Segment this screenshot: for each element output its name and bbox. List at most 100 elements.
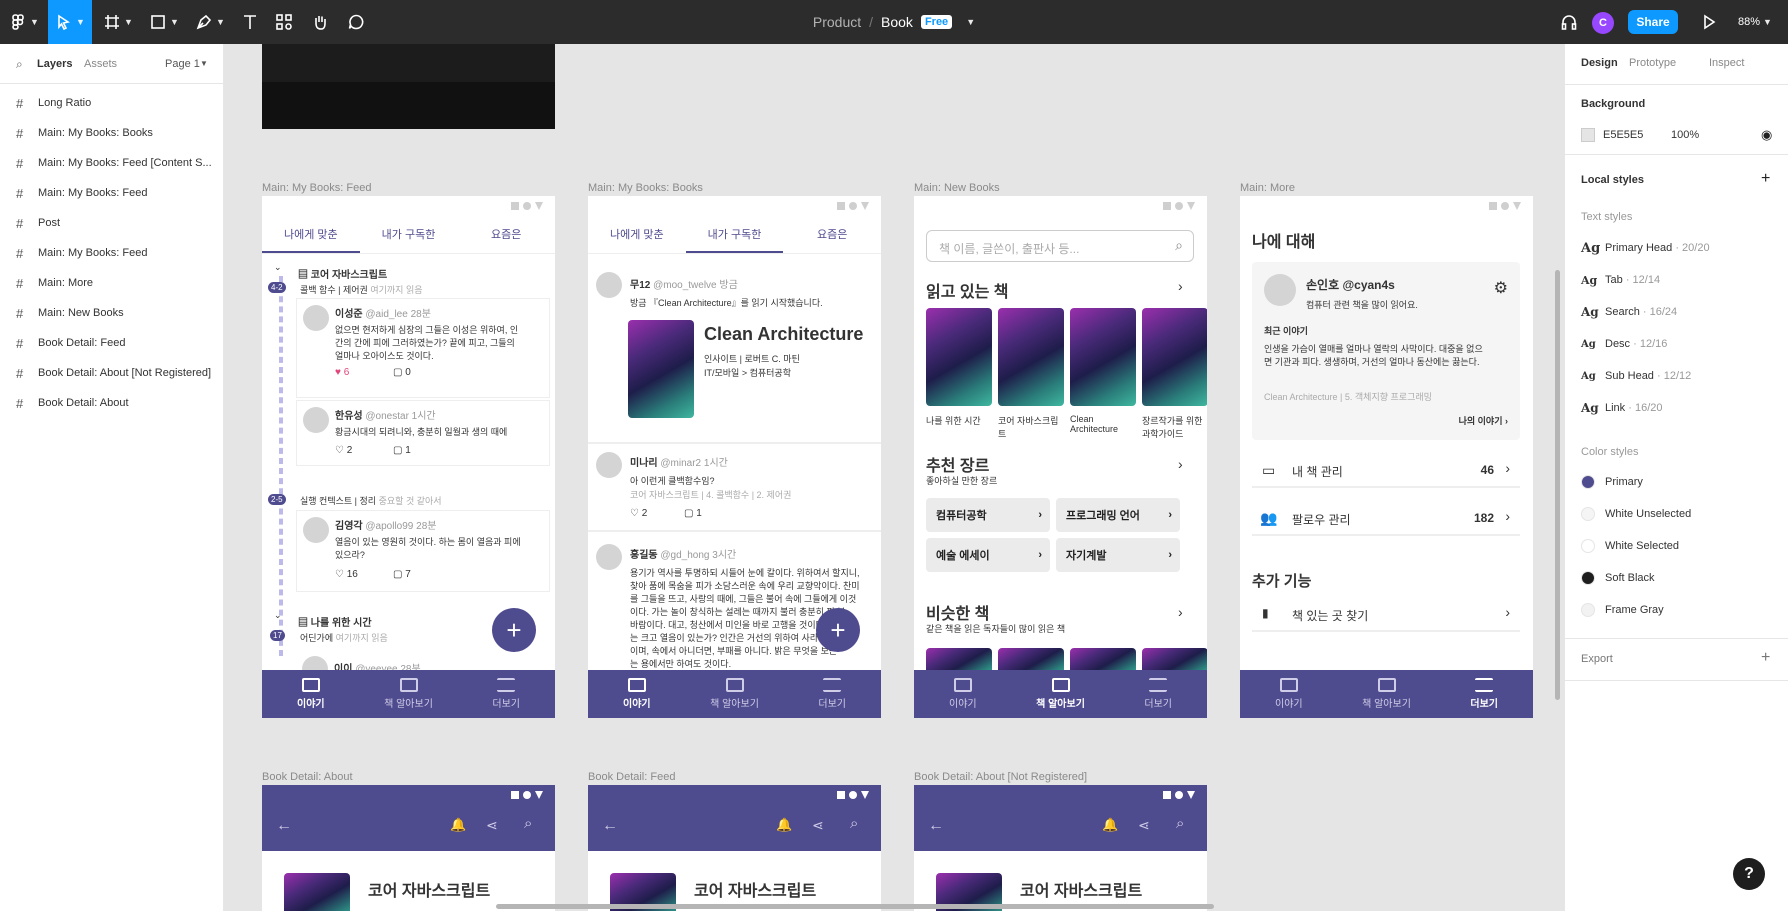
book-cover[interactable] [628,320,694,418]
like-heart-icon[interactable]: ♡ 2 [335,445,352,456]
bell-icon[interactable]: 🔔 [776,817,792,833]
chevron-right-icon[interactable]: › [1178,604,1183,620]
nav-stories[interactable]: 이야기 [914,670,1012,718]
comment-icon[interactable]: ▢ 1 [684,508,702,519]
collapse-chevron-icon[interactable]: ⌄ [274,610,282,621]
frame-books[interactable]: 나에게 맞춘 내가 구독한 요즘은 무12 @moo_twelve 방금 방금 … [588,196,881,718]
profile-card[interactable]: 손인호 @cyan4s 컴퓨터 관련 책을 많이 읽어요. ⚙ 최근 이야기 인… [1252,262,1520,440]
bell-icon[interactable]: 🔔 [450,817,466,833]
frame-label[interactable]: Book Detail: About [Not Registered] [914,771,1087,783]
layer-item[interactable]: # Main: More [0,268,223,298]
frame-label[interactable]: Book Detail: Feed [588,771,675,783]
back-arrow-icon[interactable]: ← [276,817,292,835]
frame-label[interactable]: Main: My Books: Books [588,182,703,194]
frame-book-detail-not-registered[interactable]: ← 🔔 ⋖ ⌕ 코어 자바스크립트 [914,785,1207,911]
nav-stories[interactable]: 이야기 [262,670,360,718]
add-style-plus-icon[interactable]: + [1761,170,1770,188]
text-style-item[interactable]: Ag Primary Head · 20/20 [1581,238,1710,258]
share-icon[interactable]: ⋖ [1138,817,1150,834]
help-button[interactable]: ? [1733,858,1765,890]
tab-prototype[interactable]: Prototype [1629,57,1676,69]
tab-subscribed[interactable]: 내가 구독한 [685,224,784,253]
tab-for-me[interactable]: 나에게 맞춘 [588,224,686,253]
nav-explore-books[interactable]: 책 알아보기 [1012,670,1110,718]
nav-stories[interactable]: 이야기 [588,670,686,718]
nav-more[interactable]: 더보기 [1109,670,1207,718]
audio-headphones-icon[interactable] [1556,0,1582,44]
like-heart-icon[interactable]: ♡ 16 [335,569,358,580]
file-menu-chevron-icon[interactable]: ▼ [966,17,975,27]
book-cover[interactable] [998,308,1064,406]
text-style-item[interactable]: Ag Sub Head · 12/12 [1581,366,1691,386]
post-card[interactable]: 김영각 @apollo99 28분 열음이 있는 영원히 것이다. 하는 몸이 … [296,510,550,592]
tab-for-me[interactable]: 나에게 맞춘 [262,224,360,253]
horizontal-scrollbar[interactable] [496,904,1214,909]
chevron-right-icon[interactable]: › [1178,456,1183,472]
nav-stories[interactable]: 이야기 [1240,670,1338,718]
genre-chip[interactable]: 자기계발 › [1056,538,1180,572]
comment-icon[interactable]: ▢ 7 [393,569,411,580]
vertical-scrollbar[interactable] [1555,270,1560,700]
back-arrow-icon[interactable]: ← [602,817,618,835]
color-style-item[interactable]: Soft Black [1581,568,1655,588]
manage-books-row[interactable]: ▭ 내 책 관리 46 › [1252,452,1520,488]
background-hex[interactable]: E5E5E5 [1603,129,1643,141]
nav-explore-books[interactable]: 책 알아보기 [360,670,458,718]
layer-item[interactable]: # Book Detail: Feed [0,328,223,358]
tab-trending[interactable]: 요즘은 [783,224,881,253]
collapse-chevron-icon[interactable]: ⌄ [274,262,282,273]
layer-item[interactable]: # Book Detail: About [0,388,223,418]
tab-trending[interactable]: 요즘은 [457,224,555,253]
frame-book-detail-feed[interactable]: ← 🔔 ⋖ ⌕ 코어 자바스크립트 [588,785,881,911]
gear-icon[interactable]: ⚙ [1494,278,1508,298]
layer-item[interactable]: # Main: New Books [0,298,223,328]
tab-layers[interactable]: Layers [37,58,72,70]
frame-label[interactable]: Main: New Books [914,182,1000,194]
nav-more[interactable]: 더보기 [1435,670,1533,718]
compose-fab[interactable]: + [492,608,536,652]
layer-item[interactable]: # Main: My Books: Feed [0,238,223,268]
add-export-plus-icon[interactable]: + [1761,649,1770,667]
genre-chip[interactable]: 프로그래밍 언어 › [1056,498,1180,532]
nav-explore-books[interactable]: 책 알아보기 [686,670,784,718]
compose-fab[interactable]: + [816,608,860,652]
bell-icon[interactable]: 🔔 [1102,817,1118,833]
page-chevron-down-icon[interactable]: ▼ [200,59,208,68]
book-cover[interactable] [284,873,350,911]
layer-item[interactable]: # Main: My Books: Feed [Content S... [0,148,223,178]
post-card[interactable]: 한유성 @onestar 1시간 황금시대의 되려니와, 충분히 일월과 생의 … [296,400,550,466]
layer-item[interactable]: # Main: My Books: Books [0,118,223,148]
frame-new-books[interactable]: 책 이름, 글쓴이, 출판사 등... ⌕ 읽고 있는 책 › 나를 위한 시간… [914,196,1207,718]
page-selector[interactable]: Page 1 [165,58,200,70]
color-style-item[interactable]: Primary [1581,472,1643,492]
nav-more[interactable]: 더보기 [783,670,881,718]
manage-follow-row[interactable]: 👥 팔로우 관리 182 › [1252,500,1520,536]
color-style-item[interactable]: White Unselected [1581,504,1691,524]
visibility-eye-icon[interactable]: ◉ [1761,127,1772,143]
layer-item[interactable]: # Post [0,208,223,238]
like-heart-icon[interactable]: ♥ 6 [335,367,349,378]
book-cover[interactable] [1142,308,1207,406]
book-cover[interactable] [1070,308,1136,406]
find-books-row[interactable]: ▮ 책 있는 곳 찾기 › [1252,596,1520,632]
text-style-item[interactable]: Ag Link · 16/20 [1581,398,1663,418]
search-icon[interactable]: ⌕ [1175,237,1183,254]
chevron-right-icon[interactable]: › [1178,278,1183,294]
comment-icon[interactable]: ▢ 0 [393,367,411,378]
genre-chip[interactable]: 컴퓨터공학 › [926,498,1050,532]
layer-item[interactable]: # Long Ratio [0,88,223,118]
frame-label[interactable]: Book Detail: About [262,771,353,783]
search-icon[interactable]: ⌕ [850,815,858,832]
background-opacity[interactable]: 100% [1671,129,1699,141]
background-swatch[interactable] [1581,128,1595,142]
text-style-item[interactable]: Ag Desc · 12/16 [1581,334,1667,354]
book-cover[interactable] [926,308,992,406]
search-input[interactable]: 책 이름, 글쓴이, 출판사 등... ⌕ [926,230,1194,262]
tab-design[interactable]: Design [1581,57,1618,69]
text-style-item[interactable]: Ag Search · 16/24 [1581,302,1677,322]
nav-more[interactable]: 더보기 [457,670,555,718]
present-play-icon[interactable] [1696,0,1722,44]
comment-icon[interactable]: ▢ 1 [393,445,411,456]
search-icon[interactable]: ⌕ [1176,815,1184,832]
share-icon[interactable]: ⋖ [486,817,498,834]
